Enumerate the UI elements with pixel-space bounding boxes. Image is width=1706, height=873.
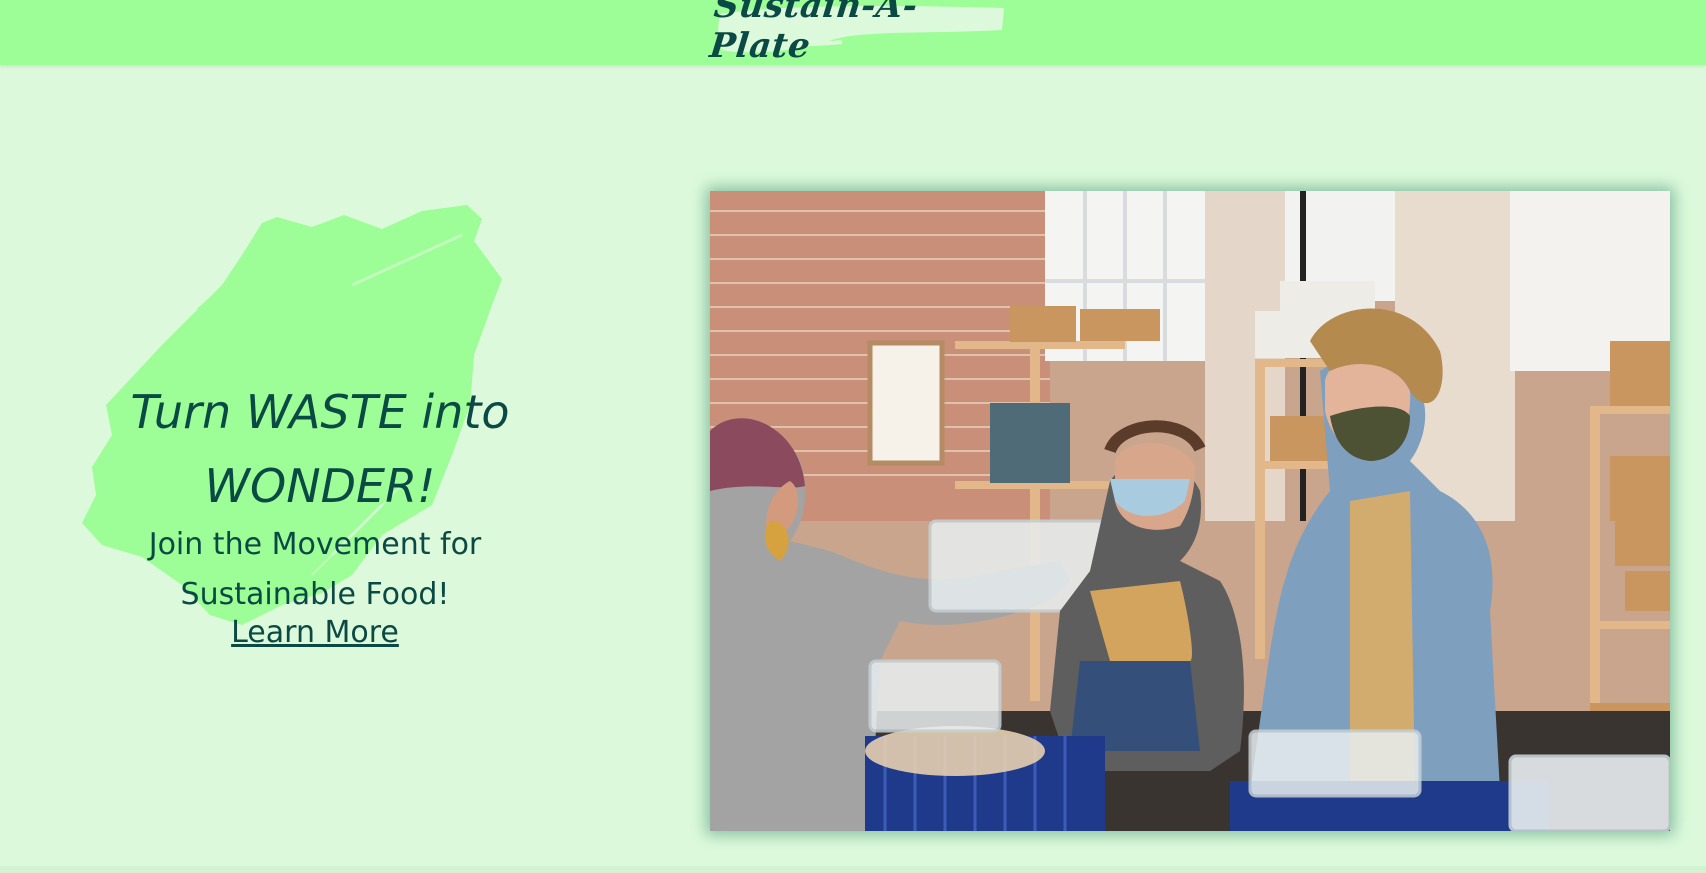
site-logo[interactable]: Sustain-A-Plate xyxy=(707,0,1008,66)
hero-subheadline: Join the Movement for Sustainable Food! xyxy=(148,527,482,612)
page-bottom-edge xyxy=(0,866,1706,873)
learn-more-link[interactable]: Learn More xyxy=(70,615,560,650)
hero-photo xyxy=(710,191,1670,831)
logo-text: Sustain-A-Plate xyxy=(707,0,920,66)
photo-icon xyxy=(710,191,1670,831)
hero-headline: Turn WASTE into WONDER! xyxy=(130,385,510,513)
top-bar: Sustain-A-Plate xyxy=(0,0,1706,66)
hero-text-panel: Turn WASTE into WONDER! Join the Movemen… xyxy=(70,195,570,675)
